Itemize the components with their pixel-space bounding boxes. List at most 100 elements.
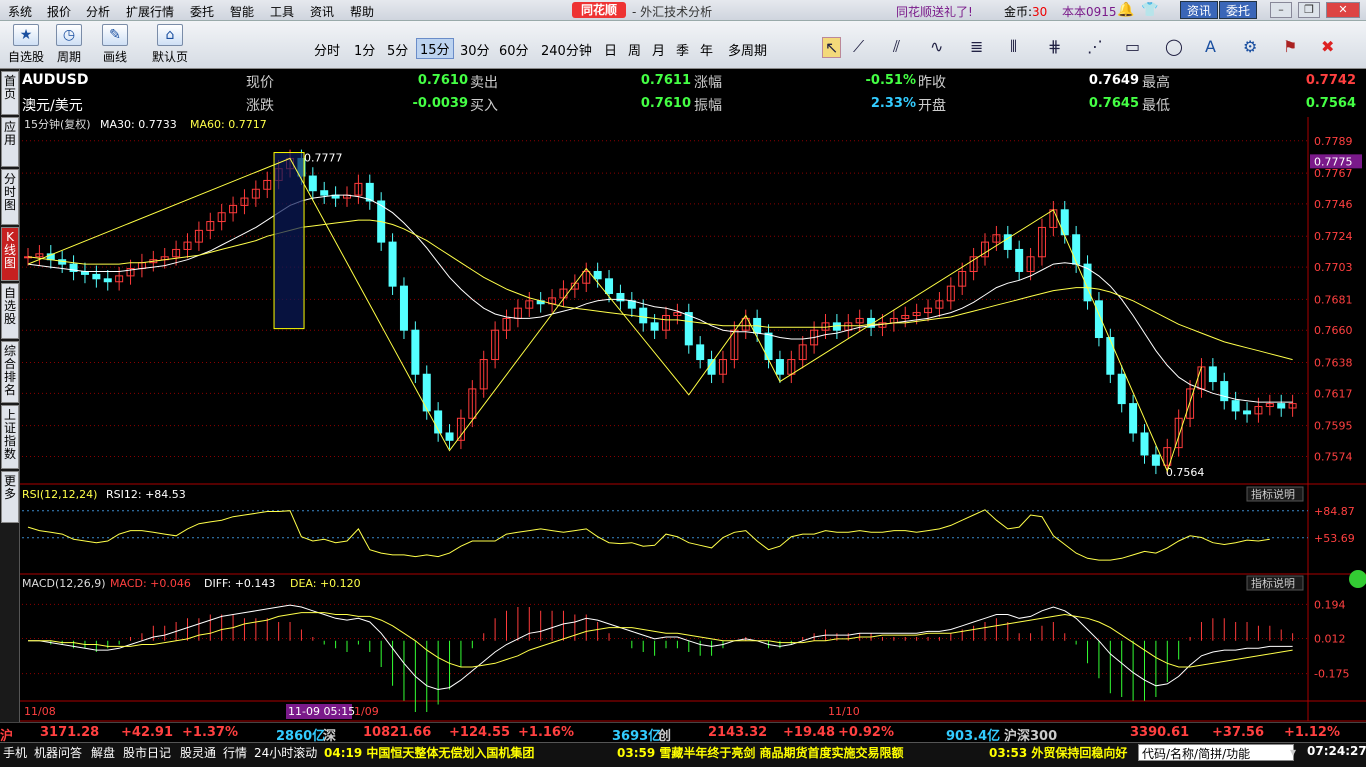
y-tick-label: 0.7638 xyxy=(1314,356,1353,369)
draw-button[interactable]: ✎ 画线 xyxy=(102,24,128,65)
macd-value-label: MACD: +0.046 xyxy=(110,577,191,590)
menu-item-smart[interactable]: 智能 xyxy=(230,3,254,20)
watchlist-button[interactable]: ★ 自选股 xyxy=(8,24,44,65)
period-15min[interactable]: 15分 xyxy=(416,38,454,59)
ellipse-tool-icon[interactable]: ◯ xyxy=(1165,37,1183,56)
last-price-label: 现价 xyxy=(246,75,274,91)
bottom-tab-quote[interactable]: 行情 xyxy=(223,744,247,761)
news-button[interactable]: 资讯 xyxy=(1180,1,1219,19)
close-button[interactable]: ✕ xyxy=(1326,2,1360,18)
period-multi[interactable]: 多周期 xyxy=(728,40,767,59)
menu-item-help[interactable]: 帮助 xyxy=(350,3,374,20)
promo-link[interactable]: 同花顺送礼了! xyxy=(896,3,973,20)
period-1min[interactable]: 1分 xyxy=(354,40,375,59)
period-240min[interactable]: 240分钟 xyxy=(541,40,592,59)
sidebar-item-watchlist[interactable]: 自选股 xyxy=(1,283,19,339)
dea-line xyxy=(28,612,1293,668)
sidebar-item-ranking[interactable]: 综合排名 xyxy=(1,341,19,403)
bid-value: 0.7610 xyxy=(640,96,691,111)
bookmark-tool-icon[interactable]: ⚑ xyxy=(1283,37,1297,56)
menu-item-trade[interactable]: 委托 xyxy=(190,3,214,20)
floating-badge[interactable] xyxy=(1349,570,1366,588)
bottom-tab-lingtong[interactable]: 股灵通 xyxy=(180,744,216,761)
candle xyxy=(605,278,614,294)
status-item: +0.92% xyxy=(838,725,894,740)
y-tick-label: 0.7574 xyxy=(1314,450,1353,463)
news-ticker-item[interactable]: 03:53 外贸保持回稳向好 xyxy=(989,744,1135,761)
parallel-tool-icon[interactable]: ⫽ xyxy=(893,37,900,57)
zigzag-line xyxy=(27,157,1202,473)
period-day[interactable]: 日 xyxy=(604,40,617,59)
period-fenshi[interactable]: 分时 xyxy=(314,40,340,59)
bottom-bar: 手机 机器问答 解盘 股市日记 股灵通 行情 24小时滚动 04:19 中国恒天… xyxy=(0,742,1366,767)
menu-item-system[interactable]: 系统 xyxy=(8,3,32,20)
bottom-tab-diary[interactable]: 股市日记 xyxy=(123,744,171,761)
candle xyxy=(650,322,659,331)
quote-panel: AUDUSD 澳元/美元 现价 0.7610 卖出 0.7611 涨幅 -0.5… xyxy=(20,69,1366,117)
channel-tool-icon[interactable]: ⋕ xyxy=(1048,37,1061,56)
menu-item-info[interactable]: 资讯 xyxy=(310,3,334,20)
period-60min[interactable]: 60分 xyxy=(499,40,529,59)
candle xyxy=(1072,234,1081,265)
sidebar-item-fenshi[interactable]: 分时图 xyxy=(1,169,19,225)
low-label: 最低 xyxy=(1142,98,1170,114)
menu-item-quote[interactable]: 报价 xyxy=(47,3,71,20)
bottom-tab-qa[interactable]: 机器问答 xyxy=(34,744,82,761)
rect-tool-icon[interactable]: ▭ xyxy=(1125,37,1140,56)
wave-tool-icon[interactable]: ∿ xyxy=(930,37,943,56)
sidebar-item-apps[interactable]: 应用 xyxy=(1,117,19,167)
cursor-tool-icon[interactable]: ↖ xyxy=(822,37,842,58)
kline-chart[interactable]: 0.7789 0.7767 0.7746 0.7724 0.7703 0.7681 0.76… xyxy=(20,117,1366,741)
prev-close-label: 昨收 xyxy=(918,75,946,91)
menu-item-tools[interactable]: 工具 xyxy=(270,3,294,20)
period-button[interactable]: ◷ 周期 xyxy=(56,24,82,65)
period-year[interactable]: 年 xyxy=(700,40,713,59)
status-item: +19.48 xyxy=(783,725,836,740)
line-tool-icon[interactable]: ⟋ xyxy=(853,37,864,57)
amplitude-label: 振幅 xyxy=(694,98,722,114)
period-30min[interactable]: 30分 xyxy=(460,40,490,59)
menu-item-ext-market[interactable]: 扩展行情 xyxy=(126,3,174,20)
delete-tool-icon[interactable]: ✖ xyxy=(1321,37,1334,56)
bottom-tab-analysis[interactable]: 解盘 xyxy=(91,744,115,761)
y-tick-label: 0.7767 xyxy=(1314,167,1353,180)
period-week[interactable]: 周 xyxy=(628,40,641,59)
rsi-tick-label: +84.87 xyxy=(1314,505,1355,518)
candle xyxy=(103,278,112,283)
macd-tick-label: -0.175 xyxy=(1314,668,1349,681)
bid-label: 买入 xyxy=(470,98,498,114)
text-tool-icon[interactable]: A xyxy=(1205,37,1216,56)
sidebar-item-more[interactable]: 更多 xyxy=(1,471,19,523)
period-5min[interactable]: 5分 xyxy=(387,40,408,59)
diff-label: DIFF: +0.143 xyxy=(204,577,275,590)
bottom-tab-24h[interactable]: 24小时滚动 xyxy=(254,744,317,761)
news-ticker-item[interactable]: 04:19 中国恒天整体无偿划入国机集团 xyxy=(324,744,534,761)
search-dropdown-icon[interactable]: ▾ xyxy=(1290,745,1296,759)
status-item: 3171.28 xyxy=(40,725,100,740)
bell-icon[interactable]: 🔔 xyxy=(1117,2,1134,18)
menu-item-analysis[interactable]: 分析 xyxy=(86,3,110,20)
minimize-button[interactable]: – xyxy=(1270,2,1292,18)
trade-button[interactable]: 委托 xyxy=(1219,1,1258,19)
settings-gear-icon[interactable]: ⚙ xyxy=(1243,37,1257,56)
bottom-tab-mobile[interactable]: 手机 xyxy=(3,744,27,761)
default-page-button[interactable]: ⌂ 默认页 xyxy=(152,24,188,65)
code-search-input[interactable]: 代码/名称/简拼/功能 xyxy=(1138,744,1294,761)
rsi-tick-label: +53.69 xyxy=(1314,532,1355,545)
candle xyxy=(1117,373,1126,405)
open-label: 开盘 xyxy=(918,98,946,114)
period-season[interactable]: 季 xyxy=(676,40,689,59)
fibonacci-tool-icon[interactable]: ≣ xyxy=(970,37,983,56)
sidebar-item-kline[interactable]: K线图 xyxy=(1,227,19,281)
news-ticker-item[interactable]: 03:59 雪藏半年终于亮剑 商品期货首度实施交易限额 xyxy=(617,744,904,761)
macd-indicator-help-label: 指标说明 xyxy=(1251,576,1295,590)
gann-tool-icon[interactable]: ⦀ xyxy=(1010,37,1017,57)
sidebar-item-shindex[interactable]: 上证指数 xyxy=(1,405,19,469)
sidebar-item-home[interactable]: 首页 xyxy=(1,71,19,115)
y-tick-label: 0.7724 xyxy=(1314,230,1353,243)
shirt-icon[interactable]: 👕 xyxy=(1141,2,1158,18)
arrow-tool-icon[interactable]: ⋰ xyxy=(1087,37,1103,56)
period-month[interactable]: 月 xyxy=(652,40,665,59)
app-logo: 同花顺 xyxy=(572,2,626,18)
restore-button[interactable]: ❐ xyxy=(1298,2,1320,18)
